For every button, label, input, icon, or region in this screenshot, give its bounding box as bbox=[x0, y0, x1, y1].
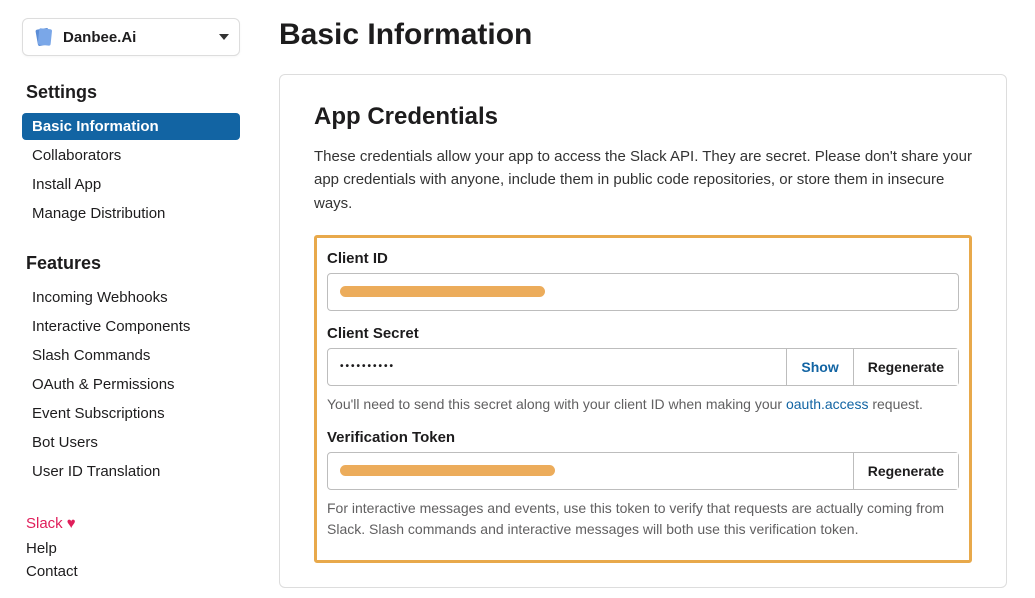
client-id-label: Client ID bbox=[327, 250, 959, 267]
regenerate-secret-button[interactable]: Regenerate bbox=[853, 349, 958, 385]
sidebar-item-bot-users[interactable]: Bot Users bbox=[22, 429, 241, 456]
regenerate-token-button[interactable]: Regenerate bbox=[853, 453, 958, 489]
chevron-down-icon bbox=[219, 34, 229, 40]
verification-token-helper: For interactive messages and events, use… bbox=[327, 498, 959, 540]
sidebar-item-install-app[interactable]: Install App bbox=[22, 171, 241, 198]
main-content: Basic Information App Credentials These … bbox=[245, 0, 1035, 598]
footer-slack-link[interactable]: Slack ♥ bbox=[26, 515, 245, 532]
app-credentials-heading: App Credentials bbox=[314, 103, 972, 131]
verification-token-value-redacted bbox=[328, 453, 853, 489]
redacted-bar bbox=[340, 465, 555, 476]
app-icon bbox=[33, 26, 55, 48]
heart-icon: ♥ bbox=[67, 515, 76, 532]
client-secret-helper: You'll need to send this secret along wi… bbox=[327, 394, 959, 415]
sidebar-item-oauth-permissions[interactable]: OAuth & Permissions bbox=[22, 371, 241, 398]
client-id-field: Client ID bbox=[327, 250, 959, 311]
sidebar-item-collaborators[interactable]: Collaborators bbox=[22, 142, 241, 169]
oauth-access-link[interactable]: oauth.access bbox=[786, 396, 869, 412]
sidebar-item-user-id-translation[interactable]: User ID Translation bbox=[22, 458, 241, 485]
app-selector-name: Danbee.Ai bbox=[63, 29, 219, 46]
sidebar-item-interactive-components[interactable]: Interactive Components bbox=[22, 313, 241, 340]
sidebar: Danbee.Ai Settings Basic Information Col… bbox=[0, 0, 245, 598]
app-credentials-description: These credentials allow your app to acce… bbox=[314, 145, 972, 215]
sidebar-section-settings: Settings bbox=[26, 82, 245, 103]
sidebar-item-incoming-webhooks[interactable]: Incoming Webhooks bbox=[22, 284, 241, 311]
app-credentials-card: App Credentials These credentials allow … bbox=[279, 74, 1007, 588]
sidebar-item-event-subscriptions[interactable]: Event Subscriptions bbox=[22, 400, 241, 427]
client-secret-value: •••••••••• bbox=[328, 349, 786, 385]
verification-token-input[interactable]: Regenerate bbox=[327, 452, 959, 490]
verification-token-label: Verification Token bbox=[327, 429, 959, 446]
client-id-input[interactable] bbox=[327, 273, 959, 311]
sidebar-item-slash-commands[interactable]: Slash Commands bbox=[22, 342, 241, 369]
redacted-bar bbox=[340, 286, 545, 297]
footer-help-link[interactable]: Help bbox=[26, 540, 245, 557]
app-selector[interactable]: Danbee.Ai bbox=[22, 18, 240, 56]
footer-slack-label: Slack bbox=[26, 515, 63, 532]
credentials-highlight-box: Client ID Client Secret •••••••••• S bbox=[314, 235, 972, 563]
client-id-value-redacted bbox=[328, 274, 958, 310]
client-secret-field: Client Secret •••••••••• Show Regenerate… bbox=[327, 325, 959, 415]
show-button[interactable]: Show bbox=[786, 349, 852, 385]
sidebar-item-manage-distribution[interactable]: Manage Distribution bbox=[22, 200, 241, 227]
client-secret-label: Client Secret bbox=[327, 325, 959, 342]
sidebar-item-basic-information[interactable]: Basic Information bbox=[22, 113, 240, 140]
page-title: Basic Information bbox=[279, 18, 1007, 52]
verification-token-field: Verification Token Regenerate For intera… bbox=[327, 429, 959, 540]
client-secret-masked: •••••••••• bbox=[340, 362, 395, 372]
footer-contact-link[interactable]: Contact bbox=[26, 563, 245, 580]
client-secret-input[interactable]: •••••••••• Show Regenerate bbox=[327, 348, 959, 386]
sidebar-section-features: Features bbox=[26, 253, 245, 274]
